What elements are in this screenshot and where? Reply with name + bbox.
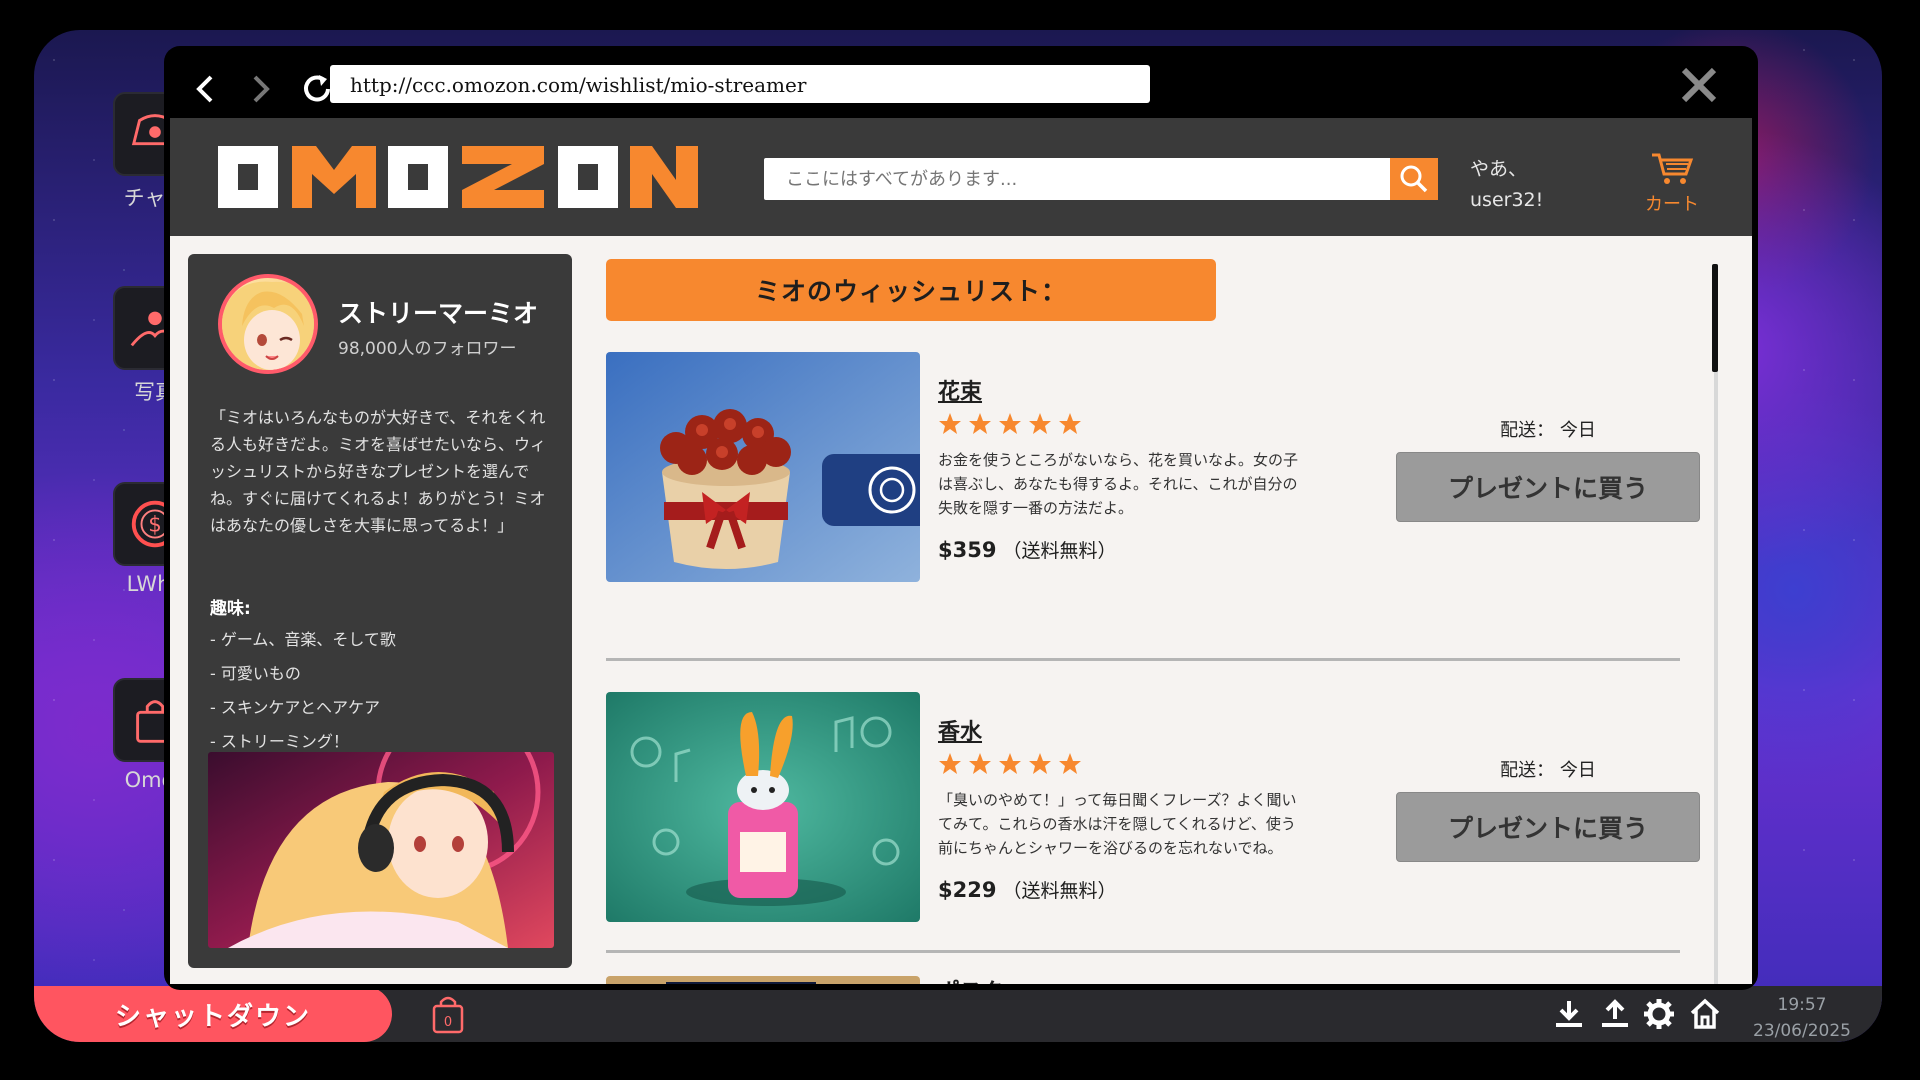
product-name[interactable]: ポスター [938,974,1026,984]
hobbies-title: 趣味: [210,599,251,619]
star-icon [939,413,961,434]
back-button[interactable] [184,68,226,110]
svg-text:$: $ [148,513,162,538]
perfume-illustration [606,692,920,922]
shutdown-button[interactable]: シャットダウン [34,986,392,1042]
browser-nav [184,66,338,112]
hobby-item: - ゲーム、音楽、そして歌 [210,630,396,649]
star-icon [1059,413,1081,434]
star-icon [999,753,1021,774]
price-value: $229 [938,878,997,902]
cart-button[interactable]: カート [1634,152,1710,216]
browser-window: http://ccc.omozon.com/wishlist/mio-strea… [164,46,1758,990]
delivery-info: 配送： 今日 [1500,760,1596,781]
buy-as-gift-button[interactable]: プレゼントに買う [1396,452,1700,522]
poster-illustration [606,976,920,984]
product-image-perfume[interactable] [606,692,920,922]
taskbar-clock: 19:57 23/06/2025 [1742,992,1862,1042]
star-icon [939,753,961,774]
hobby-item: - 可愛いもの [210,664,301,683]
product-description: 「臭いのやめて！」って毎日聞くフレーズ？よく聞いてみて。これらの香水は汗を隠して… [938,791,1297,857]
gear-icon[interactable] [1642,994,1676,1034]
hobbies-list: - ゲーム、音楽、そして歌 - 可愛いもの - スキンケアとヘアケア - ストリ… [210,626,396,762]
free-shipping-note: （送料無料） [1002,880,1117,902]
download-icon[interactable] [1552,994,1586,1034]
streamer-name: ストリーマーミオ [338,299,539,328]
star-icon [999,413,1021,434]
product-image-bouquet[interactable] [606,352,920,582]
streamer-illustration [208,752,554,948]
star-icon [1029,753,1051,774]
username: user32! [1470,189,1544,211]
forward-button[interactable] [240,68,282,110]
streamer-profile-card: ストリーマーミオ 98,000人のフォロワー 「ミオはいろんなものが大好きで、そ… [188,254,572,968]
search-button[interactable] [1390,158,1438,200]
delivery-info: 配送： 今日 [1500,420,1596,441]
product-image-poster[interactable] [606,976,920,984]
avatar-illustration [222,281,314,370]
clock-date: 23/06/2025 [1753,1021,1851,1041]
streamer-photo [208,752,554,948]
cart-label: カート [1645,194,1699,215]
item-divider [606,950,1680,953]
cart-icon [1652,153,1694,184]
omozon-page: やあ、 user32! カート ストリーマーミ [170,118,1752,984]
wishlist-title: ミオのウィッシュリスト： [606,259,1216,321]
product-name[interactable]: 香水 [938,714,982,746]
search-input[interactable] [764,158,1390,200]
search-icon [1400,165,1428,193]
price-value: $359 [938,538,997,562]
user-greeting: やあ、 user32! [1470,154,1543,216]
wishlist-item-perfume: 香水 「臭いのやめて！」って毎日聞くフレーズ？よく聞いてみて。これらの香水は汗を… [606,692,1700,922]
close-icon[interactable] [1676,62,1722,108]
avatar[interactable] [218,274,318,374]
free-shipping-note: （送料無料） [1002,540,1117,562]
chevron-left-icon [196,75,213,103]
star-rating [938,412,1082,436]
star-icon [1059,753,1081,774]
hobby-item: - スキンケアとヘアケア [210,698,381,717]
product-description: お金を使うところがないなら、花を買いなよ。女の子は喜ぶし、あなたも得するよ。それ… [938,451,1299,517]
wishlist-item-bouquet: 花束 お金を使うところがないなら、花を買いなよ。女の子は喜ぶし、あなたも得するよ… [606,352,1700,582]
item-divider [606,658,1680,661]
svg-text:0: 0 [444,1015,452,1030]
flower-box-illustration [606,352,920,582]
star-icon [1029,413,1051,434]
home-icon[interactable] [1688,994,1722,1034]
scrollbar-thumb[interactable] [1712,264,1718,372]
search-bar [764,158,1438,200]
clock-time: 19:57 [1777,995,1827,1015]
streamer-bio: 「ミオはいろんなものが大好きで、それをくれる人も好きだよ。ミオを喜ばせたいなら、… [210,408,547,535]
chevron-right-icon [253,75,270,103]
upload-icon[interactable] [1598,994,1632,1034]
taskbar-shopping-bag-icon[interactable]: 0 [426,992,470,1036]
buy-as-gift-button[interactable]: プレゼントに買う [1396,792,1700,862]
url-bar[interactable]: http://ccc.omozon.com/wishlist/mio-strea… [330,65,1150,103]
product-price: $359 （送料無料） [938,536,1117,563]
follower-count: 98,000人のフォロワー [338,339,517,359]
omozon-logo[interactable] [208,138,708,216]
product-price: $229 （送料無料） [938,876,1117,903]
star-rating [938,752,1082,776]
scrollbar-track[interactable] [1714,264,1718,984]
product-name[interactable]: 花束 [938,374,982,406]
star-icon [969,753,991,774]
site-header: やあ、 user32! カート [170,118,1752,236]
star-icon [969,413,991,434]
greeting-text: やあ、 [1470,158,1528,180]
